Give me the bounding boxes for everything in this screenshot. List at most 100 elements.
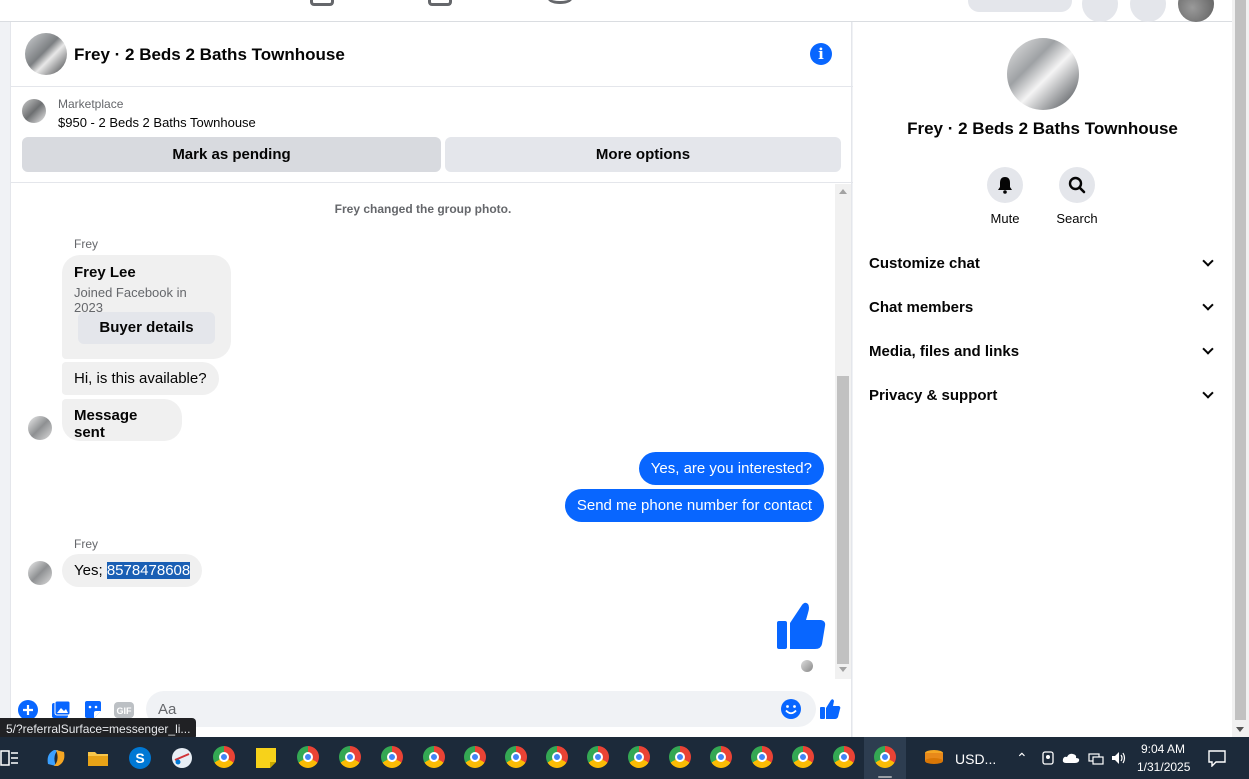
scroll-thumb[interactable] <box>837 376 849 664</box>
sender-avatar[interactable] <box>28 416 52 440</box>
scroll-down-arrow-icon[interactable] <box>839 667 847 672</box>
listing-price-title[interactable]: $950 - 2 Beds 2 Baths Townhouse <box>58 115 256 130</box>
message-input-wrapper <box>146 691 816 727</box>
clock-date[interactable]: 1/31/2025 <box>1137 760 1190 774</box>
chrome-window-icon[interactable] <box>505 746 527 768</box>
search-action[interactable]: Search <box>1041 167 1113 226</box>
chrome-window-icon[interactable] <box>464 746 486 768</box>
chrome-window-icon[interactable] <box>587 746 609 768</box>
listing-thumbnail[interactable] <box>22 99 46 123</box>
onedrive-cloud-icon[interactable] <box>1062 752 1080 764</box>
svg-text:S: S <box>135 750 144 766</box>
phone-number-selected[interactable]: 8578478608 <box>106 562 191 579</box>
menu-grid-icon[interactable] <box>1082 0 1118 22</box>
chevron-down-icon <box>1202 299 1214 311</box>
buyer-profile-card: Frey Lee Joined Facebook in 2023 Buyer d… <box>62 255 231 359</box>
chevron-up-icon[interactable]: ⌃ <box>1016 750 1028 767</box>
chat-header: Frey · 2 Beds 2 Baths Townhouse i <box>11 22 853 87</box>
marketplace-listing-banner: Marketplace $950 - 2 Beds 2 Baths Townho… <box>11 87 853 183</box>
emoji-icon[interactable] <box>780 698 802 720</box>
chrome-profile-icon[interactable] <box>297 746 319 768</box>
clock-time[interactable]: 9:04 AM <box>1141 742 1185 756</box>
meet-now-icon[interactable] <box>1041 751 1055 765</box>
info-icon[interactable]: i <box>810 43 832 65</box>
chevron-down-icon <box>1202 255 1214 267</box>
chrome-window-icon[interactable] <box>669 746 691 768</box>
buyer-details-button[interactable]: Buyer details <box>78 312 215 344</box>
network-icon[interactable] <box>1088 751 1104 765</box>
message-bubble[interactable]: Hi, is this available? <box>62 362 219 395</box>
message-bubble[interactable]: Message sent <box>62 399 182 441</box>
buyer-name: Frey Lee <box>74 264 136 281</box>
thumbs-up-sticker-icon[interactable] <box>775 599 827 651</box>
page-scroll-thumb[interactable] <box>1235 0 1246 720</box>
account-avatar[interactable] <box>1178 0 1214 22</box>
chrome-window-icon[interactable] <box>710 746 732 768</box>
bell-icon[interactable] <box>987 167 1023 203</box>
system-message: Frey changed the group photo. <box>334 202 512 216</box>
groups-nav-icon[interactable] <box>428 0 452 6</box>
chrome-icon[interactable] <box>213 746 235 768</box>
currency-widget-text[interactable]: USD... <box>955 751 996 767</box>
chrome-active-window-icon[interactable] <box>874 746 896 768</box>
section-label: Chat members <box>869 298 974 316</box>
currency-widget-icon[interactable] <box>922 746 946 770</box>
messenger-icon[interactable] <box>1130 0 1166 22</box>
sender-name: Frey <box>74 537 98 551</box>
message-bubble[interactable]: Yes; 8578478608 <box>62 554 203 587</box>
marketplace-nav-icon[interactable] <box>310 0 334 6</box>
gaming-nav-icon[interactable] <box>548 0 572 4</box>
chrome-window-icon[interactable] <box>423 746 445 768</box>
sender-name: Frey <box>74 237 98 251</box>
chrome-window-icon[interactable] <box>833 746 855 768</box>
page-scroll-down-icon[interactable] <box>1236 727 1244 732</box>
chrome-window-icon[interactable] <box>381 746 403 768</box>
sticky-notes-icon[interactable] <box>254 746 278 770</box>
notification-center-icon[interactable] <box>1207 749 1227 767</box>
page-scrollbar[interactable] <box>1232 0 1249 737</box>
chat-details-panel: Frey · 2 Beds 2 Baths Townhouse Mute Sea… <box>853 22 1232 737</box>
mute-label: Mute <box>990 211 1020 226</box>
chrome-window-icon[interactable] <box>546 746 568 768</box>
chrome-window-icon[interactable] <box>792 746 814 768</box>
media-files-links-section[interactable]: Media, files and links <box>853 329 1232 373</box>
chat-panel: Frey · 2 Beds 2 Baths Townhouse i Market… <box>10 22 853 737</box>
chrome-window-icon[interactable] <box>628 746 650 768</box>
more-options-button[interactable]: More options <box>445 137 841 172</box>
customize-chat-section[interactable]: Customize chat <box>853 241 1232 285</box>
skype-icon[interactable]: S <box>128 746 152 770</box>
sender-avatar[interactable] <box>28 561 52 585</box>
thumbs-up-send-icon[interactable] <box>819 698 841 720</box>
seen-receipt-avatar <box>801 660 813 672</box>
find-friends-button[interactable] <box>968 0 1072 12</box>
chat-title[interactable]: Frey · 2 Beds 2 Baths Townhouse <box>74 45 345 65</box>
search-label: Search <box>1056 211 1098 226</box>
copilot-icon[interactable] <box>44 746 68 770</box>
chrome-window-icon[interactable] <box>751 746 773 768</box>
chat-members-section[interactable]: Chat members <box>853 285 1232 329</box>
message-input[interactable] <box>158 691 758 727</box>
outgoing-message-bubble[interactable]: Yes, are you interested? <box>638 452 824 485</box>
top-navigation-bar <box>0 0 1232 22</box>
file-explorer-icon[interactable] <box>86 746 110 770</box>
svg-text:GIF: GIF <box>117 706 133 716</box>
message-text: Yes; <box>74 562 107 579</box>
outgoing-message-bubble[interactable]: Send me phone number for contact <box>564 489 824 522</box>
chevron-down-icon <box>1202 387 1214 399</box>
task-view-icon[interactable] <box>0 746 24 770</box>
chrome-window-icon[interactable] <box>339 746 361 768</box>
section-label: Privacy & support <box>869 386 998 404</box>
privacy-support-section[interactable]: Privacy & support <box>853 373 1232 417</box>
scroll-up-arrow-icon[interactable] <box>839 189 847 194</box>
marketplace-label: Marketplace <box>58 97 124 111</box>
section-label: Customize chat <box>869 254 980 272</box>
mute-action[interactable]: Mute <box>969 167 1041 226</box>
volume-icon[interactable] <box>1111 751 1127 765</box>
mark-as-pending-button[interactable]: Mark as pending <box>22 137 441 172</box>
chat-scrollbar[interactable] <box>835 184 851 679</box>
chat-avatar[interactable] <box>25 33 67 75</box>
search-icon[interactable] <box>1059 167 1095 203</box>
snipping-tool-icon[interactable] <box>170 746 194 770</box>
buyer-joined: Joined Facebook in 2023 <box>74 285 187 315</box>
details-avatar[interactable] <box>1007 38 1079 110</box>
